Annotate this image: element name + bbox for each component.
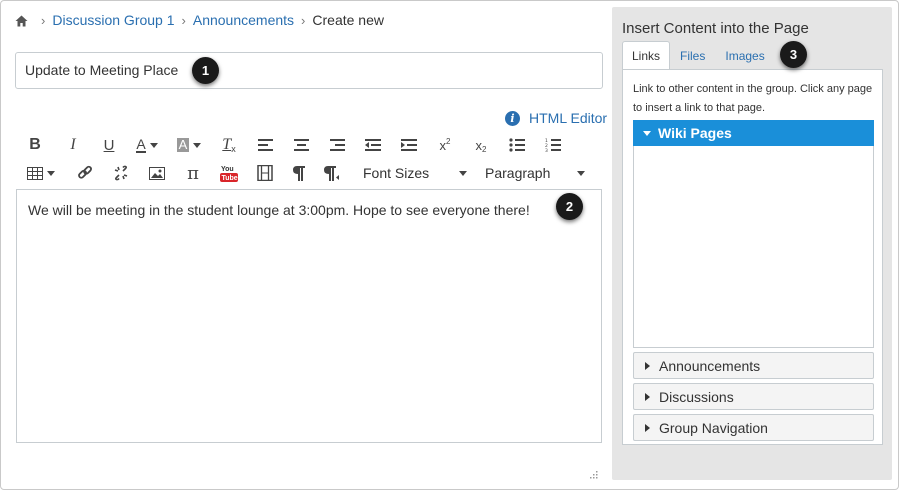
- chevron-down-icon: [459, 170, 467, 176]
- youtube-icon[interactable]: You Tube: [211, 160, 247, 186]
- tab-links[interactable]: Links: [622, 41, 671, 70]
- math-icon[interactable]: π: [175, 160, 211, 186]
- subscript-icon[interactable]: x2: [463, 132, 499, 158]
- wiki-pages-label: Wiki Pages: [658, 125, 732, 141]
- text-color-icon[interactable]: A: [127, 132, 167, 158]
- svg-text:You: You: [221, 166, 234, 173]
- align-center-icon[interactable]: [283, 132, 319, 158]
- breadcrumb: › Discussion Group 1 › Announcements › C…: [15, 11, 384, 29]
- background-color-icon[interactable]: A: [167, 132, 211, 158]
- italic-icon[interactable]: I: [55, 132, 91, 158]
- section-announcements[interactable]: Announcements: [633, 352, 874, 379]
- breadcrumb-current: Create new: [312, 12, 384, 28]
- insert-content-panel: Insert Content into the Page Links Files…: [612, 7, 892, 480]
- rich-text-editor[interactable]: We will be meeting in the student lounge…: [16, 189, 602, 443]
- toolbar-row-1: B I U A A Tx x2 x2 123: [15, 132, 571, 158]
- paragraph-label: Paragraph: [485, 165, 551, 181]
- outdent-icon[interactable]: [355, 132, 391, 158]
- caret-right-icon: [645, 423, 650, 432]
- numbered-list-icon[interactable]: 123: [535, 132, 571, 158]
- section-discussions[interactable]: Discussions: [633, 383, 874, 410]
- breadcrumb-link-group[interactable]: Discussion Group 1: [52, 12, 174, 28]
- underline-icon[interactable]: U: [91, 132, 127, 158]
- link-icon[interactable]: [67, 160, 103, 186]
- image-icon[interactable]: [139, 160, 175, 186]
- wiki-pages-header[interactable]: Wiki Pages: [633, 120, 874, 146]
- html-editor-label: HTML Editor: [529, 110, 608, 126]
- caret-down-icon: [643, 130, 651, 136]
- bold-icon[interactable]: B: [15, 132, 55, 158]
- chevron-right-icon: ›: [301, 12, 306, 28]
- media-icon[interactable]: [247, 160, 283, 186]
- callout-badge-3: 3: [780, 41, 807, 68]
- breadcrumb-link-announcements[interactable]: Announcements: [193, 12, 294, 28]
- chevron-right-icon: ›: [41, 12, 46, 28]
- callout-badge-1: 1: [192, 57, 219, 84]
- font-sizes-label: Font Sizes: [363, 165, 430, 181]
- align-left-icon[interactable]: [247, 132, 283, 158]
- bullet-list-icon[interactable]: [499, 132, 535, 158]
- table-icon[interactable]: [15, 160, 67, 186]
- links-tab-panel: Link to other content in the group. Clic…: [622, 69, 883, 445]
- tab-files[interactable]: Files: [670, 41, 715, 70]
- links-description: Link to other content in the group. Clic…: [633, 83, 873, 114]
- section-label: Discussions: [659, 388, 734, 405]
- panel-title: Insert Content into the Page: [622, 20, 809, 37]
- home-icon[interactable]: [15, 14, 28, 27]
- announcement-title-input[interactable]: Update to Meeting Place: [15, 52, 603, 89]
- section-label: Announcements: [659, 357, 761, 374]
- svg-text:3: 3: [545, 148, 548, 152]
- html-editor-link[interactable]: i HTML Editor: [505, 110, 607, 126]
- caret-right-icon: [645, 392, 650, 401]
- section-group-navigation[interactable]: Group Navigation: [633, 414, 874, 441]
- caret-right-icon: [645, 361, 650, 370]
- chevron-down-icon: [577, 170, 585, 176]
- info-icon: i: [505, 110, 520, 126]
- ltr-icon[interactable]: [283, 160, 315, 186]
- editor-body-text: We will be meeting in the student lounge…: [28, 202, 530, 218]
- chevron-right-icon: ›: [181, 12, 186, 28]
- resize-handle-icon[interactable]: [588, 466, 598, 479]
- callout-badge-2: 2: [556, 193, 583, 220]
- unlink-icon[interactable]: [103, 160, 139, 186]
- tab-images[interactable]: Images: [715, 41, 774, 70]
- align-right-icon[interactable]: [319, 132, 355, 158]
- paragraph-dropdown[interactable]: Paragraph: [473, 160, 591, 186]
- font-sizes-dropdown[interactable]: Font Sizes: [353, 160, 473, 186]
- svg-text:Tube: Tube: [222, 175, 238, 182]
- wiki-pages-list[interactable]: [633, 146, 874, 348]
- rtl-icon[interactable]: [315, 160, 347, 186]
- rich-editor-toolbar: B I U A A Tx x2 x2 123 π You Tube Font S…: [15, 131, 603, 187]
- section-label: Group Navigation: [659, 419, 768, 436]
- superscript-icon[interactable]: x2: [427, 132, 463, 158]
- content-tabs: Links Files Images: [622, 41, 775, 70]
- toolbar-row-2: π You Tube Font Sizes Paragraph: [15, 160, 591, 186]
- clear-formatting-icon[interactable]: Tx: [211, 132, 247, 158]
- indent-icon[interactable]: [391, 132, 427, 158]
